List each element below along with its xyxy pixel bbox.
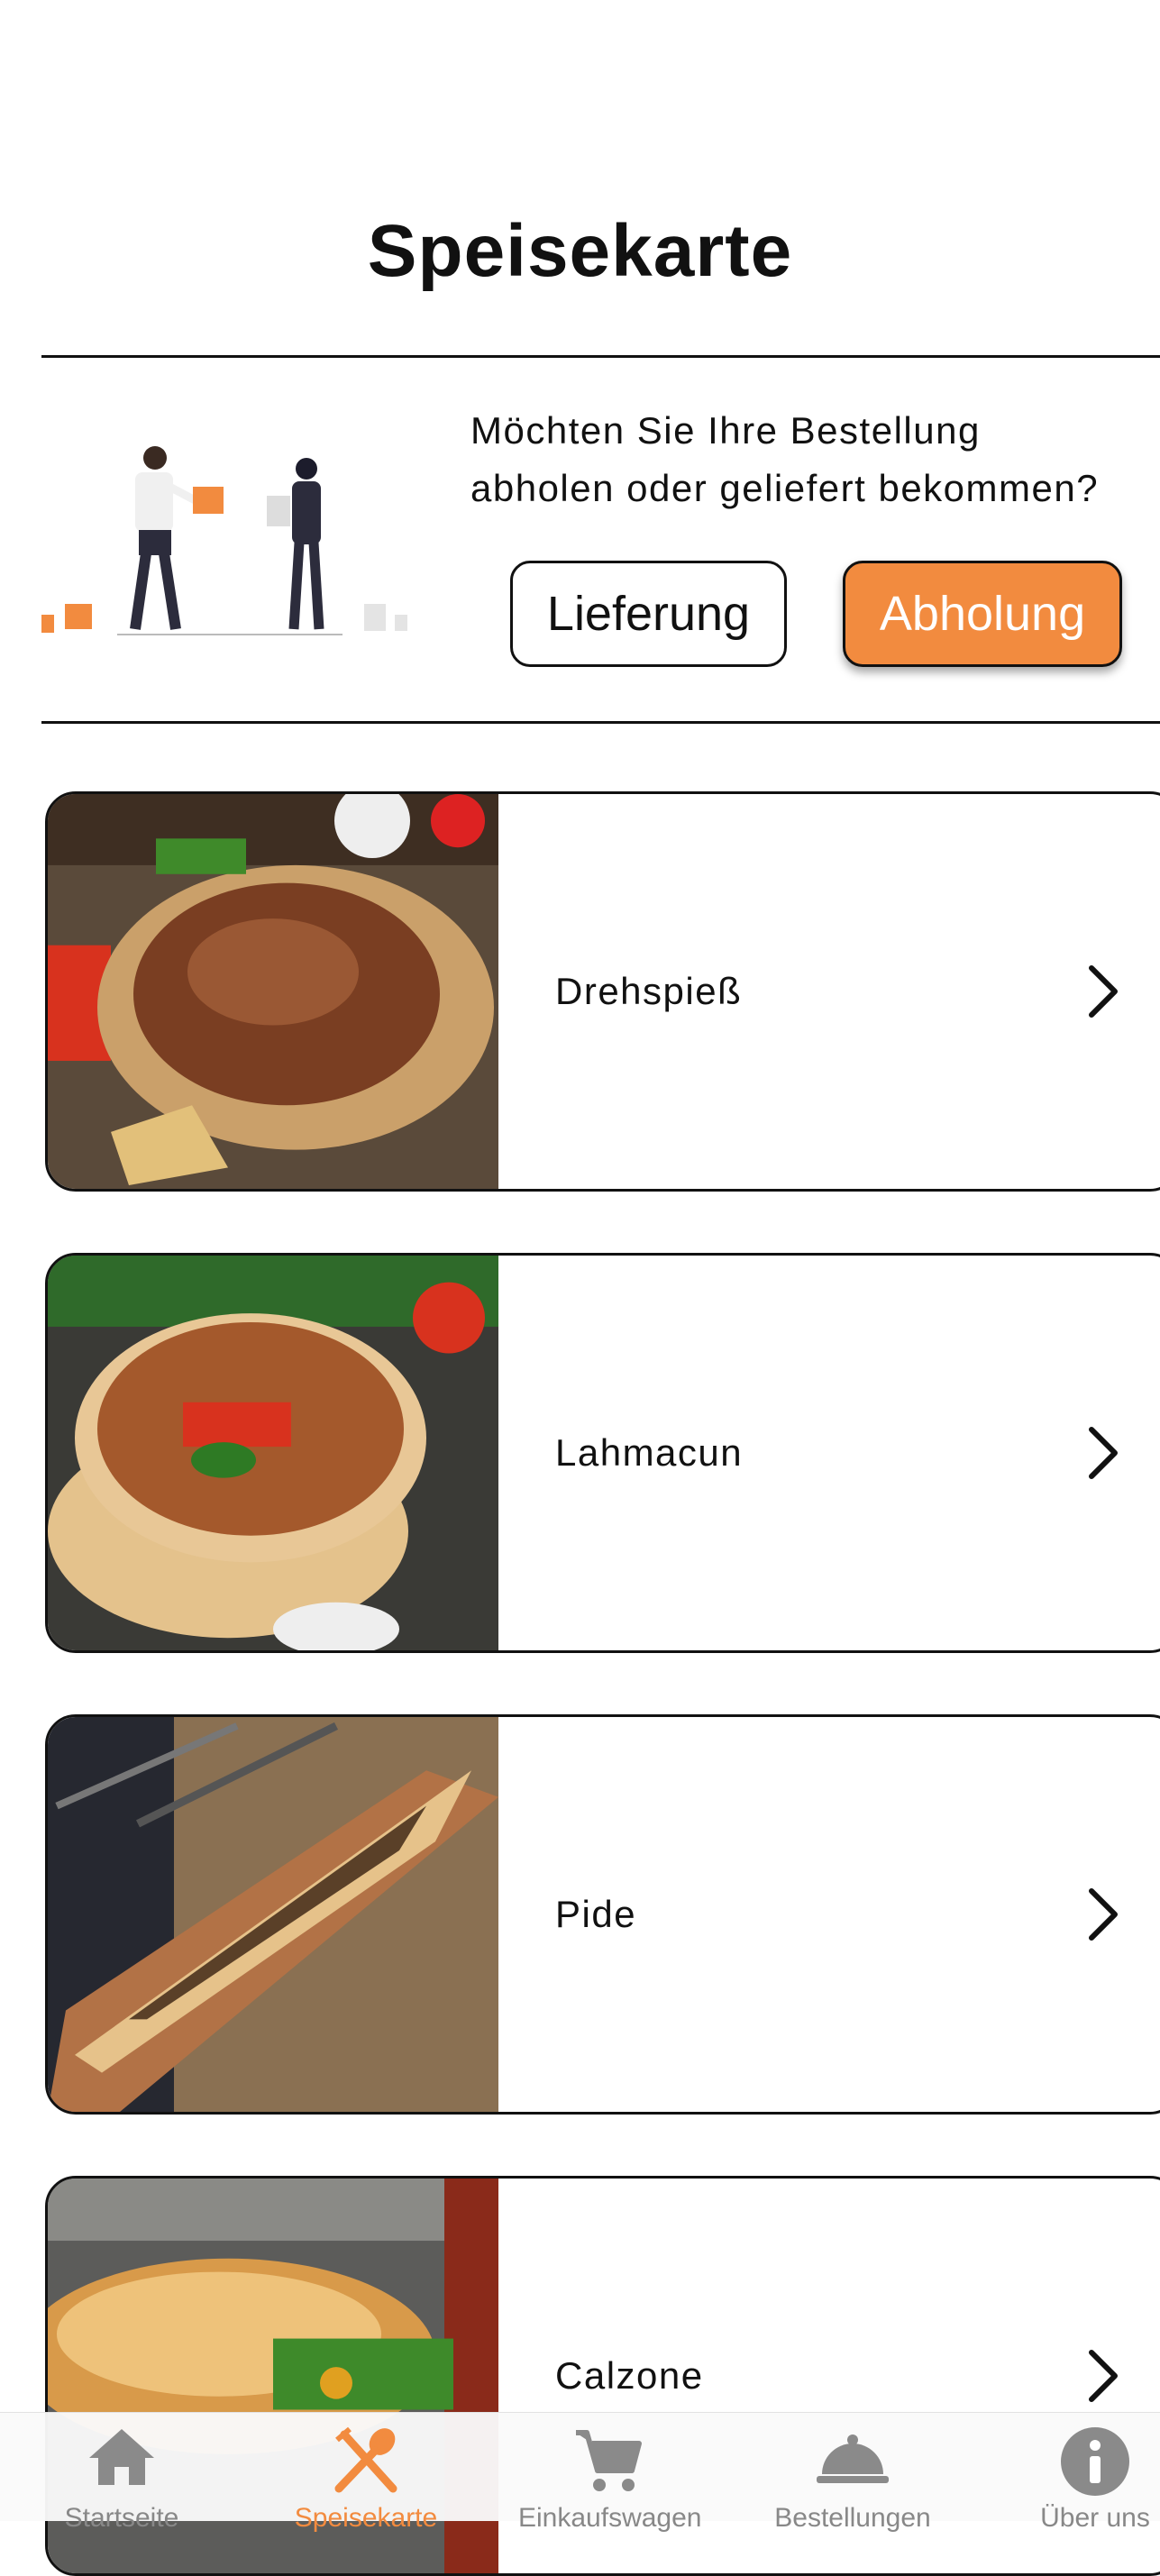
category-name: Pide bbox=[555, 1893, 637, 1935]
pickup-button[interactable]: Abholung bbox=[843, 561, 1122, 667]
delivery-button[interactable]: Lieferung bbox=[510, 561, 787, 667]
drehspiess-image bbox=[48, 794, 498, 1189]
fork-spoon-icon bbox=[334, 2426, 397, 2493]
tab-startseite[interactable]: Startseite bbox=[32, 2413, 212, 2533]
category-card-lahmacun[interactable]: Lahmacun bbox=[45, 1253, 1160, 1653]
chevron-right-icon bbox=[1089, 1427, 1118, 1479]
page-title: Speisekarte bbox=[367, 210, 793, 292]
chevron-right-icon bbox=[1089, 1888, 1118, 1941]
home-icon bbox=[89, 2429, 154, 2485]
tab-label: Startseite bbox=[64, 2503, 179, 2533]
question-line-2: abholen oder geliefert bekommen? bbox=[470, 467, 1100, 509]
category-name: Lahmacun bbox=[555, 1431, 744, 1474]
chevron-right-icon bbox=[1089, 965, 1118, 1018]
divider-bottom bbox=[41, 721, 1160, 724]
category-card-drehspiess[interactable]: Drehspieß bbox=[45, 791, 1160, 1192]
category-name: Drehspieß bbox=[555, 970, 743, 1012]
divider-top bbox=[41, 355, 1160, 358]
delivery-illustration bbox=[41, 446, 407, 635]
tab-einkaufswagen[interactable]: Einkaufswagen bbox=[518, 2413, 701, 2533]
question-line-1: Möchten Sie Ihre Bestellung bbox=[470, 409, 981, 452]
chevron-right-icon bbox=[1089, 2350, 1118, 2402]
tab-label: Einkaufswagen bbox=[518, 2503, 702, 2533]
category-card-pide[interactable]: Pide bbox=[45, 1714, 1160, 2115]
tab-label: Über uns bbox=[1040, 2503, 1150, 2533]
pide-image bbox=[48, 1717, 498, 2112]
tab-speisekarte[interactable]: Speisekarte bbox=[276, 2413, 456, 2533]
cloche-icon bbox=[817, 2434, 889, 2483]
tab-ueber-uns[interactable]: Über uns bbox=[1005, 2413, 1160, 2533]
category-name: Calzone bbox=[555, 2354, 704, 2397]
delivery-question: Möchten Sie Ihre Bestellung abholen oder… bbox=[470, 402, 1155, 517]
tab-bestellungen[interactable]: Bestellungen bbox=[763, 2413, 943, 2533]
cart-icon bbox=[576, 2430, 642, 2491]
bottom-tab-bar: Startseite Speisekarte Einkaufswagen Bes… bbox=[0, 2412, 1160, 2533]
tab-label: Speisekarte bbox=[294, 2503, 438, 2533]
info-icon bbox=[1061, 2427, 1129, 2496]
lahmacun-image bbox=[48, 1256, 498, 1650]
tab-label: Bestellungen bbox=[774, 2503, 931, 2533]
